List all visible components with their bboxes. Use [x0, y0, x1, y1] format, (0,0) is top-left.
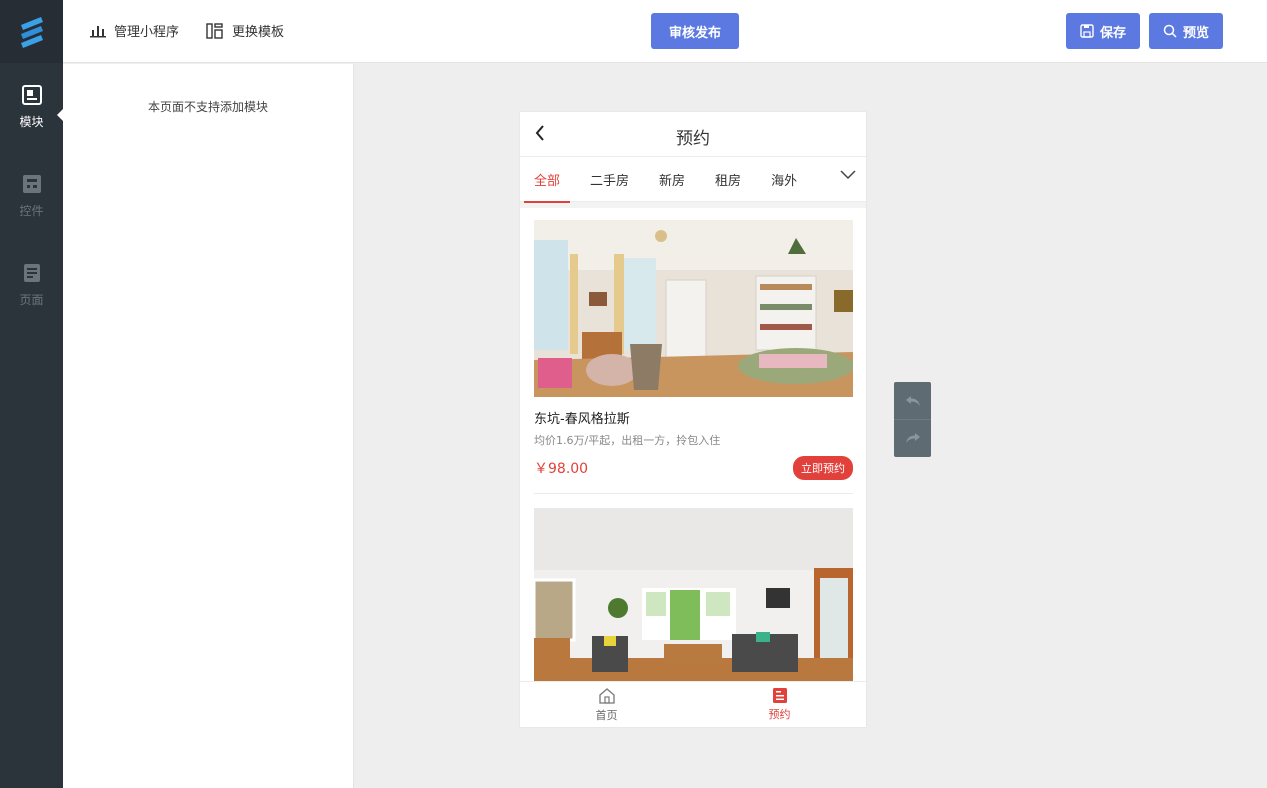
- top-toolbar: 管理小程序 更换模板 审核发布 保存 预览: [63, 0, 1267, 63]
- bottom-nav: 首页 预约: [520, 681, 866, 727]
- listing-footer: ￥98.00 立即预约: [534, 456, 853, 494]
- rail-item-label: 页面: [19, 293, 44, 307]
- listing-price: ￥98.00: [534, 461, 589, 477]
- tab-new-house[interactable]: 新房: [659, 170, 685, 189]
- bottom-nav-label: 预约: [768, 708, 791, 721]
- bottom-nav-home[interactable]: 首页: [520, 682, 693, 727]
- save-icon: [1080, 24, 1094, 38]
- left-rail: 模块 控件 页面: [0, 0, 64, 788]
- phone-header: 预约: [520, 112, 866, 157]
- module-panel: 本页面不支持添加模块: [63, 64, 354, 788]
- booking-icon: [772, 688, 787, 703]
- list-item[interactable]: 东坑-春风格拉斯 均价1.6万/平起，出租一方，拎包入住 ￥98.00 立即预约: [520, 208, 866, 494]
- redo-button[interactable]: [894, 419, 931, 456]
- logo-icon: [20, 16, 43, 48]
- rail-item-label: 模块: [19, 115, 44, 129]
- publish-label: 审核发布: [668, 25, 721, 41]
- app-logo[interactable]: [0, 0, 63, 63]
- change-template-link[interactable]: 更换模板: [206, 21, 284, 40]
- home-icon: [598, 687, 615, 704]
- phone-preview: 预约 全部 二手房 新房 租房 海外 东坑-春风格拉斯 均价1.6万/平起，出租…: [520, 112, 866, 727]
- manage-label: 管理小程序: [114, 25, 180, 40]
- manage-miniprogram-link[interactable]: 管理小程序: [90, 21, 179, 40]
- save-button[interactable]: 保存: [1066, 13, 1140, 49]
- preview-button[interactable]: 预览: [1149, 13, 1223, 49]
- book-now-button[interactable]: 立即预约: [793, 456, 853, 480]
- search-icon: [1163, 24, 1177, 38]
- panel-note: 本页面不支持添加模块: [147, 100, 268, 114]
- tab-rent[interactable]: 租房: [715, 170, 741, 189]
- module-icon: [21, 85, 42, 105]
- rail-item-module[interactable]: 模块: [0, 63, 64, 152]
- history-controls: [894, 382, 931, 457]
- undo-icon: [905, 395, 920, 406]
- bottom-nav-label: 首页: [595, 708, 618, 722]
- list-item[interactable]: [520, 494, 866, 685]
- listing-title: 东坑-春风格拉斯: [534, 412, 630, 427]
- tab-second-hand[interactable]: 二手房: [590, 170, 629, 189]
- widget-icon: [22, 175, 41, 193]
- chevron-down-icon[interactable]: [840, 170, 856, 180]
- rail-item-widget[interactable]: 控件: [0, 152, 63, 241]
- undo-button[interactable]: [894, 382, 931, 419]
- phone-title: 预约: [676, 129, 710, 149]
- category-tabs: 全部 二手房 新房 租房 海外: [520, 157, 866, 203]
- rail-item-page[interactable]: 页面: [0, 241, 63, 330]
- publish-button[interactable]: 审核发布: [651, 13, 739, 49]
- bar-chart-icon: [90, 25, 106, 37]
- page-icon: [23, 264, 40, 282]
- template-label: 更换模板: [232, 25, 285, 40]
- bottom-nav-booking[interactable]: 预约: [693, 682, 866, 727]
- room-photo: [534, 508, 853, 685]
- room-photo: [534, 220, 853, 397]
- redo-icon: [905, 433, 920, 443]
- rail-item-label: 控件: [19, 204, 44, 218]
- template-icon: [206, 22, 223, 39]
- tab-overseas[interactable]: 海外: [771, 170, 797, 189]
- tab-all[interactable]: 全部: [523, 170, 571, 203]
- listing-description: 均价1.6万/平起，出租一方，拎包入住: [534, 434, 721, 447]
- save-label: 保存: [1099, 25, 1126, 41]
- preview-label: 预览: [1182, 25, 1209, 41]
